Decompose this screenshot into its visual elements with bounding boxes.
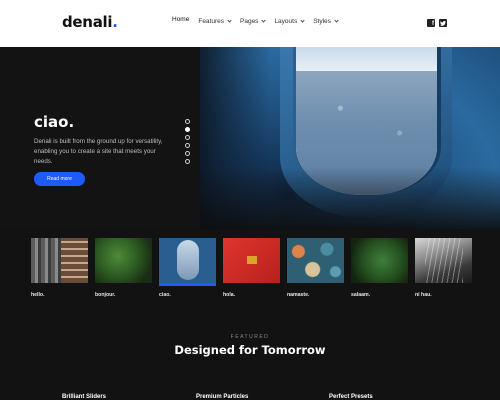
thumbnail-ciao[interactable]: ciao. — [159, 238, 216, 298]
feature-heading: Perfect Presets — [329, 394, 373, 400]
site-logo[interactable]: denali. — [62, 13, 118, 31]
thumbnail-indicator — [415, 283, 472, 286]
thumbnail-label: salaam. — [351, 292, 371, 298]
window-sky — [296, 47, 437, 73]
nav-label: Styles — [313, 18, 331, 25]
feature-heading: Brilliant Sliders — [62, 394, 107, 400]
chevron-down-icon — [227, 18, 232, 23]
nav-label: Home — [172, 16, 190, 23]
nav-item-pages[interactable]: Pages — [240, 18, 267, 25]
thumbnail-indicator — [287, 283, 344, 286]
thumbnail-active-indicator — [159, 283, 216, 286]
hero-description: Denali is built from the ground up for v… — [34, 138, 163, 165]
featured-title: Designed for Tomorrow — [174, 343, 326, 357]
facebook-icon[interactable]: f — [427, 19, 435, 27]
thumbnail-indicator — [351, 283, 408, 286]
thumbnail-image — [351, 238, 408, 283]
social-links: f — [427, 19, 447, 27]
read-more-button[interactable]: Read more — [34, 172, 85, 186]
nav-label: Layouts — [274, 18, 298, 25]
thumbnail-image — [223, 238, 280, 283]
thumbnail-indicator — [95, 283, 152, 286]
slider-dot[interactable] — [185, 159, 190, 164]
thumbnail-label: ciao. — [159, 292, 171, 298]
featured-columns: Brilliant Sliders Premium Particles Perf… — [0, 394, 500, 400]
hero-title: ciao. — [34, 113, 75, 131]
thumbnail-image — [415, 238, 472, 283]
nav-item-layouts[interactable]: Layouts — [274, 18, 305, 25]
twitter-icon[interactable] — [439, 19, 447, 27]
chevron-down-icon — [334, 18, 339, 23]
thumbnail-label: hello. — [31, 292, 45, 298]
thumbnail-namaste[interactable]: namaste. — [287, 238, 344, 298]
thumbnail-label: namaste. — [287, 292, 310, 298]
thumbnail-indicator — [223, 283, 280, 286]
main-nav: Home Features Pages Layouts Styles — [172, 16, 339, 25]
thumbnail-label: bonjour. — [95, 292, 116, 298]
logo-dot: . — [112, 13, 118, 31]
featured-eyebrow: FEATURED — [230, 334, 270, 340]
slider-dot[interactable] — [185, 151, 190, 156]
slider-dot[interactable] — [185, 119, 190, 124]
hero-bottom-fade — [200, 167, 500, 229]
nav-label: Pages — [240, 18, 259, 25]
thumbnail-image — [31, 238, 88, 283]
slider-dot[interactable] — [185, 135, 190, 140]
thumbnail-image — [95, 238, 152, 283]
twitter-bird-glyph — [440, 20, 446, 26]
logo-text: denali — [62, 13, 113, 31]
chevron-down-icon — [300, 18, 305, 23]
chevron-down-icon — [261, 18, 267, 23]
thumbnail-salaam[interactable]: salaam. — [351, 238, 408, 298]
slider-dot-active[interactable] — [185, 127, 190, 132]
nav-label: Features — [198, 18, 224, 25]
thumbnail-bonjour[interactable]: bonjour. — [95, 238, 152, 298]
thumbnail-label: hola. — [223, 292, 236, 298]
thumbnail-indicator — [31, 283, 88, 286]
thumbnail-image — [287, 238, 344, 283]
slider-dots — [185, 119, 190, 164]
nav-item-features[interactable]: Features — [198, 18, 232, 25]
thumbnail-hola[interactable]: hola. — [223, 238, 280, 298]
thumbnail-label: ni hau. — [415, 292, 432, 298]
feature-heading: Premium Particles — [196, 394, 249, 400]
thumbnail-hello[interactable]: hello. — [31, 238, 88, 298]
nav-item-styles[interactable]: Styles — [313, 18, 339, 25]
site-header: denali. Home Features Pages Layouts Styl… — [0, 0, 500, 47]
nav-item-home[interactable]: Home — [172, 16, 189, 23]
thumbnail-image — [159, 238, 216, 283]
slider-dot[interactable] — [185, 143, 190, 148]
slide-thumbnails: hello. bonjour. ciao. hola. namaste. sal… — [31, 238, 472, 298]
thumbnail-ni-hau[interactable]: ni hau. — [415, 238, 472, 298]
hero-slider: ciao. Denali is built from the ground up… — [0, 47, 500, 229]
